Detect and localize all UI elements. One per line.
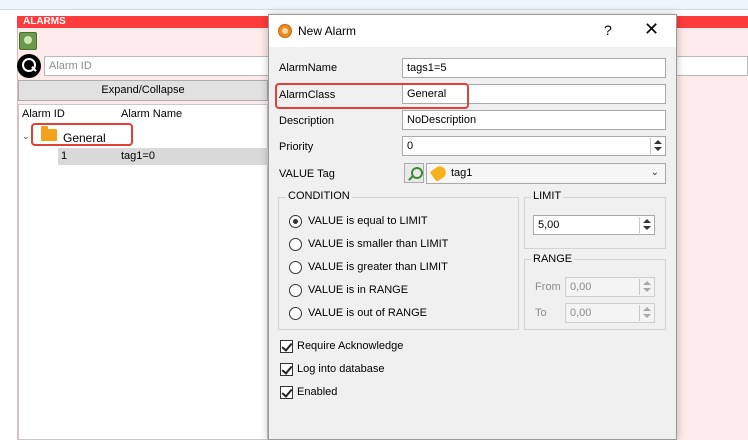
range-from-stepper[interactable]: 0,00	[565, 277, 655, 297]
chevron-down-icon[interactable]: ⌄	[22, 131, 30, 142]
range-to-stepper[interactable]: 0,00	[565, 303, 655, 323]
log-into-database-label: Log into database	[297, 363, 385, 375]
priority-label: Priority	[279, 141, 314, 153]
radio-equal-to-limit[interactable]	[289, 215, 302, 228]
description-label: Description	[279, 115, 335, 127]
range-from-label: From	[535, 281, 561, 293]
add-alarm-icon[interactable]	[19, 32, 37, 50]
row-alarm-name: tag1=0	[121, 150, 155, 162]
radio-out-of-range[interactable]	[289, 307, 302, 320]
priority-value: 0	[407, 140, 414, 152]
radio-smaller-than-limit[interactable]	[289, 238, 302, 251]
radio-greater-than-limit[interactable]	[289, 261, 302, 274]
alarm-name-label: AlarmName	[279, 62, 338, 74]
new-alarm-dialog: New Alarm ? ✕ AlarmName tags1=5 AlarmCla…	[268, 14, 677, 440]
limit-value: 5,00	[538, 219, 560, 231]
radio-label: VALUE is equal to LIMIT	[308, 215, 428, 227]
limit-spin-buttons[interactable]	[639, 217, 653, 233]
highlight-box-alarm-class	[275, 83, 469, 109]
alarm-name-field[interactable]: tags1=5	[402, 58, 666, 78]
expand-collapse-button[interactable]: Expand/Collapse	[18, 80, 268, 101]
chevron-down-icon: ⌄	[650, 167, 659, 178]
value-tag-selected: tag1	[451, 167, 473, 179]
enabled-label: Enabled	[297, 386, 338, 398]
row-alarm-id: 1	[61, 150, 68, 162]
log-into-database-checkbox[interactable]	[280, 363, 293, 376]
radio-in-range[interactable]	[289, 284, 302, 297]
priority-stepper[interactable]: 0	[402, 136, 666, 156]
help-button[interactable]: ?	[604, 22, 612, 38]
require-acknowledge-checkbox[interactable]	[280, 340, 293, 353]
dialog-title: New Alarm	[298, 24, 357, 38]
limit-stepper[interactable]: 5,00	[533, 215, 655, 235]
radio-label: VALUE is smaller than LIMIT	[308, 238, 449, 250]
radio-label: VALUE is in RANGE	[308, 284, 409, 296]
range-to-spin-buttons[interactable]	[639, 305, 653, 321]
radio-label: VALUE is greater than LIMIT	[308, 261, 448, 273]
condition-title: CONDITION	[286, 190, 352, 202]
column-header-alarm-id[interactable]: Alarm ID	[22, 108, 65, 120]
tag-icon	[429, 164, 449, 182]
priority-spin-buttons[interactable]	[650, 138, 664, 154]
table-row[interactable]: 1 tag1=0	[58, 148, 268, 165]
value-tag-label: VALUE Tag	[279, 168, 335, 180]
close-icon[interactable]: ✕	[644, 19, 659, 39]
range-to-label: To	[535, 307, 547, 319]
radio-label: VALUE is out of RANGE	[308, 307, 428, 319]
description-field[interactable]: NoDescription	[402, 110, 666, 130]
highlight-box-general	[31, 123, 133, 146]
range-from-spin-buttons[interactable]	[639, 279, 653, 295]
top-strip	[0, 0, 748, 10]
require-acknowledge-label: Require Acknowledge	[297, 340, 404, 352]
limit-title: LIMIT	[531, 190, 564, 202]
enabled-checkbox[interactable]	[280, 386, 293, 399]
alarms-panel-title: ALARMS	[23, 16, 66, 27]
tag-picker-icon[interactable]	[404, 163, 424, 183]
range-title: RANGE	[531, 253, 575, 265]
alarm-app-icon	[278, 24, 292, 38]
value-tag-select[interactable]: tag1 ⌄	[426, 163, 666, 184]
column-header-alarm-name[interactable]: Alarm Name	[121, 108, 182, 120]
search-icon[interactable]	[17, 54, 41, 78]
range-to-value: 0,00	[570, 307, 592, 319]
range-from-value: 0,00	[570, 281, 592, 293]
